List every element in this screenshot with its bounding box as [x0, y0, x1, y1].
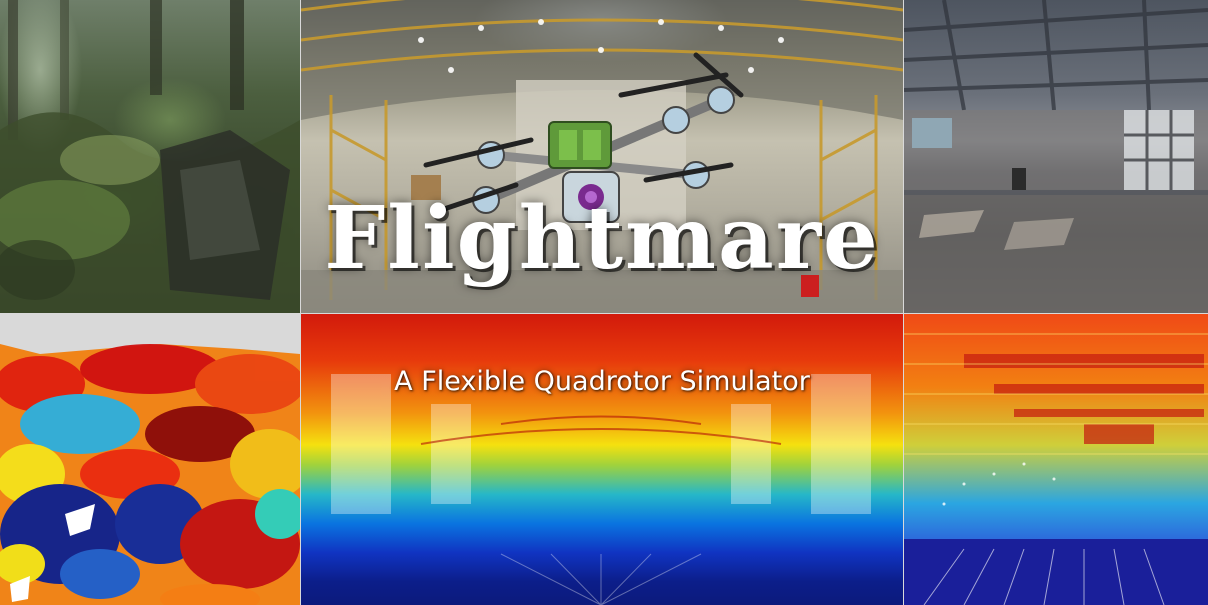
hangar-depth-image	[301, 314, 903, 605]
forest-render-image	[0, 0, 300, 313]
hero-banner: Flightmare A Flexible Quadrotor Simulato…	[0, 0, 1208, 605]
page-subtitle: A Flexible Quadrotor Simulator	[394, 366, 810, 397]
page-title: Flightmare	[324, 188, 880, 289]
warehouse-render-image	[904, 0, 1208, 313]
forest-point-cloud-image	[0, 314, 300, 605]
warehouse-point-cloud-image	[904, 314, 1208, 605]
